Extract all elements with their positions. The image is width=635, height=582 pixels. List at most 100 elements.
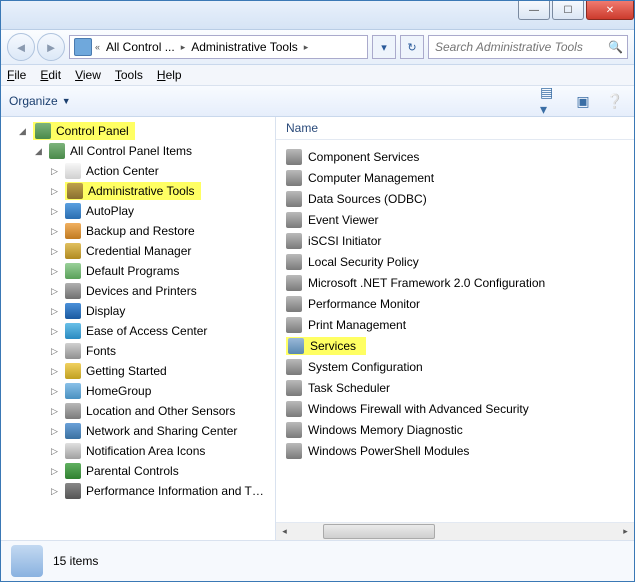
list-item[interactable]: iSCSI Initiator xyxy=(276,230,634,251)
breadcrumb-segment[interactable]: All Control ... xyxy=(103,40,178,54)
search-input[interactable] xyxy=(433,39,604,55)
tree-item-icon xyxy=(65,303,81,319)
tree-item[interactable]: ▷Performance Information and T… xyxy=(3,481,275,501)
expand-toggle-icon[interactable]: ▷ xyxy=(49,386,60,397)
preview-pane-button[interactable]: ▣ xyxy=(572,92,594,110)
file-name: Computer Management xyxy=(308,171,434,185)
scroll-left-arrow-icon[interactable]: ◂ xyxy=(276,524,293,539)
list-item[interactable]: Windows PowerShell Modules xyxy=(276,440,634,461)
expand-toggle-icon[interactable]: ▷ xyxy=(49,266,60,277)
expand-toggle-icon[interactable]: ▷ xyxy=(49,326,60,337)
search-box[interactable]: 🔍 xyxy=(428,35,628,59)
tree-item[interactable]: ▷ Parental Controls xyxy=(3,461,275,481)
expand-toggle-icon[interactable]: ▷ xyxy=(49,166,60,177)
expand-toggle-icon[interactable]: ◢ xyxy=(33,146,44,157)
maximize-button[interactable]: ☐ xyxy=(552,1,584,20)
tree-item-label: Backup and Restore xyxy=(86,224,195,238)
list-item[interactable]: Data Sources (ODBC) xyxy=(276,188,634,209)
tree-item[interactable]: ▷Ease of Access Center xyxy=(3,321,275,341)
expand-toggle-icon[interactable]: ▷ xyxy=(49,246,60,257)
breadcrumb-chevron-icon[interactable]: « xyxy=(95,42,100,52)
column-header-name[interactable]: Name xyxy=(276,117,634,140)
expand-toggle-icon[interactable]: ▷ xyxy=(49,366,60,377)
tree-item[interactable]: ▷Location and Other Sensors xyxy=(3,401,275,421)
expand-toggle-icon[interactable]: ▷ xyxy=(49,206,60,217)
horizontal-scrollbar[interactable]: ◂ ▸ xyxy=(276,522,634,540)
breadcrumb-chevron-icon[interactable]: ▸ xyxy=(304,42,309,53)
list-item[interactable]: Local Security Policy xyxy=(276,251,634,272)
tree-item-icon xyxy=(65,323,81,339)
tree-item[interactable]: ▷ Backup and Restore xyxy=(3,221,275,241)
tree-item[interactable]: ▷Getting Started xyxy=(3,361,275,381)
tree-item[interactable]: ▷Network and Sharing Center xyxy=(3,421,275,441)
tree-item[interactable]: ◢Control Panel xyxy=(3,121,275,141)
tree-item[interactable]: ▷Action Center xyxy=(3,161,275,181)
expand-toggle-icon[interactable]: ▷ xyxy=(49,306,60,317)
list-item[interactable]: System Configuration xyxy=(276,356,634,377)
list-item[interactable]: Component Services xyxy=(276,146,634,167)
tree-item[interactable]: ▷ Devices and Printers xyxy=(3,281,275,301)
refresh-button[interactable]: ↻ xyxy=(400,35,424,59)
titlebar[interactable]: — ☐ ✕ xyxy=(1,1,634,30)
tree-item-label: Fonts xyxy=(86,344,116,358)
file-icon xyxy=(286,422,302,438)
list-item[interactable]: Windows Memory Diagnostic xyxy=(276,419,634,440)
menu-edit[interactable]: Edit xyxy=(40,68,61,82)
list-item[interactable]: Services xyxy=(276,335,634,356)
help-button[interactable]: ❔ xyxy=(604,92,626,110)
tree-item-icon xyxy=(65,443,81,459)
navigation-tree[interactable]: ◢Control Panel◢All Control Panel Items▷A… xyxy=(1,117,276,540)
file-name: System Configuration xyxy=(308,360,423,374)
expand-toggle-icon[interactable]: ▷ xyxy=(49,446,60,457)
tree-item[interactable]: ▷ Fonts xyxy=(3,341,275,361)
list-item[interactable]: Computer Management xyxy=(276,167,634,188)
forward-button[interactable]: ► xyxy=(37,33,65,61)
list-item[interactable]: Task Scheduler xyxy=(276,377,634,398)
tree-item[interactable]: ▷Notification Area Icons xyxy=(3,441,275,461)
address-bar[interactable]: « All Control ... ▸ Administrative Tools… xyxy=(69,35,368,59)
expand-toggle-icon[interactable]: ▷ xyxy=(49,226,60,237)
file-icon xyxy=(286,275,302,291)
address-history-button[interactable]: ▾ xyxy=(372,35,396,59)
file-icon xyxy=(286,254,302,270)
file-icon xyxy=(286,401,302,417)
list-item[interactable]: Microsoft .NET Framework 2.0 Configurati… xyxy=(276,272,634,293)
scroll-thumb[interactable] xyxy=(323,524,435,539)
back-button[interactable]: ◄ xyxy=(7,33,35,61)
menu-tools[interactable]: Tools xyxy=(115,68,143,82)
organize-button[interactable]: Organize ▼ xyxy=(9,94,71,108)
breadcrumb-chevron-icon[interactable]: ▸ xyxy=(181,42,186,53)
file-list[interactable]: Component Services Computer Management Dat… xyxy=(276,140,634,522)
tree-item[interactable]: ▷Default Programs xyxy=(3,261,275,281)
list-item[interactable]: Windows Firewall with Advanced Security xyxy=(276,398,634,419)
expand-toggle-icon[interactable]: ▷ xyxy=(49,466,60,477)
menu-file[interactable]: File xyxy=(7,68,26,82)
menu-help[interactable]: Help xyxy=(157,68,182,82)
breadcrumb-segment[interactable]: Administrative Tools xyxy=(188,40,301,54)
menu-view[interactable]: View xyxy=(75,68,101,82)
expand-toggle-icon[interactable]: ▷ xyxy=(49,186,60,197)
expand-toggle-icon[interactable]: ▷ xyxy=(49,346,60,357)
expand-toggle-icon[interactable]: ▷ xyxy=(49,406,60,417)
list-item[interactable]: Performance Monitor xyxy=(276,293,634,314)
minimize-button[interactable]: — xyxy=(518,1,550,20)
expand-toggle-icon[interactable]: ◢ xyxy=(17,126,28,137)
tree-item-label: Parental Controls xyxy=(86,464,179,478)
list-item[interactable]: Event Viewer xyxy=(276,209,634,230)
tree-item[interactable]: ▷Display xyxy=(3,301,275,321)
tree-item-icon xyxy=(65,343,81,359)
expand-toggle-icon[interactable]: ▷ xyxy=(49,286,60,297)
expand-toggle-icon[interactable]: ▷ xyxy=(49,426,60,437)
view-options-button[interactable]: ▤ ▾ xyxy=(540,92,562,110)
expand-toggle-icon[interactable]: ▷ xyxy=(49,486,60,497)
tree-item-label: Devices and Printers xyxy=(86,284,197,298)
close-button[interactable]: ✕ xyxy=(586,1,634,20)
tree-item[interactable]: ▷AutoPlay xyxy=(3,201,275,221)
tree-item[interactable]: ▷Credential Manager xyxy=(3,241,275,261)
tree-item[interactable]: ▷HomeGroup xyxy=(3,381,275,401)
tree-item[interactable]: ▷Administrative Tools xyxy=(3,181,275,201)
tree-item[interactable]: ◢All Control Panel Items xyxy=(3,141,275,161)
file-name: iSCSI Initiator xyxy=(308,234,381,248)
scroll-right-arrow-icon[interactable]: ▸ xyxy=(617,524,634,539)
list-item[interactable]: Print Management xyxy=(276,314,634,335)
